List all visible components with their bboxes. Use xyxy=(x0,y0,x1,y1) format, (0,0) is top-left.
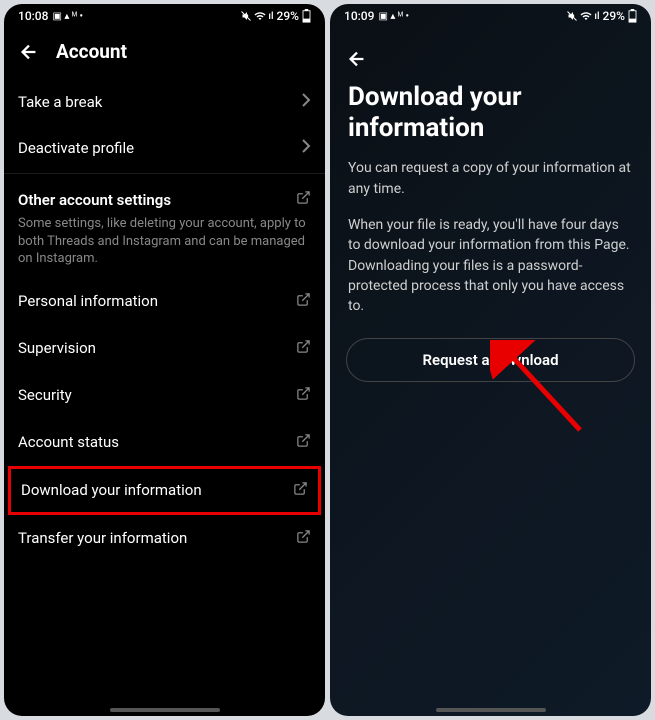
intro-text: You can request a copy of your informati… xyxy=(330,158,651,215)
page-title: Download your information xyxy=(330,82,651,158)
account-screen: 10:08 ▣ ▴ ᴹ • ıl 29% Account Take a brea… xyxy=(4,4,325,716)
button-label: Request a download xyxy=(422,351,558,369)
section-header: Other account settings xyxy=(4,176,325,215)
section-title: Other account settings xyxy=(18,191,171,209)
battery-icon xyxy=(628,9,637,23)
status-notif-icons: ▣ ▴ ᴹ • xyxy=(52,11,83,22)
divider xyxy=(4,173,325,174)
status-notif-icons: ▣ ▴ ᴹ • xyxy=(378,11,409,22)
chevron-right-icon xyxy=(301,93,311,111)
status-system-icons: ıl xyxy=(240,10,273,22)
status-battery: 29% xyxy=(603,9,625,23)
back-arrow-icon xyxy=(346,48,368,70)
chevron-right-icon xyxy=(301,139,311,157)
back-button[interactable] xyxy=(18,41,40,63)
item-label: Security xyxy=(18,386,72,404)
external-link-icon xyxy=(296,190,311,209)
external-link-icon xyxy=(296,386,311,405)
external-link-icon xyxy=(296,433,311,452)
battery-icon xyxy=(302,9,311,23)
item-take-a-break[interactable]: Take a break xyxy=(4,79,325,125)
status-system-icons: ıl xyxy=(566,10,599,22)
request-download-button[interactable]: Request a download xyxy=(346,338,635,382)
item-label: Account status xyxy=(18,433,119,451)
external-link-icon xyxy=(296,529,311,548)
page-title: Account xyxy=(56,40,127,63)
detail-text: When your file is ready, you'll have fou… xyxy=(330,215,651,332)
item-label: Supervision xyxy=(18,339,96,357)
back-button[interactable] xyxy=(346,48,368,70)
status-time: 10:08 xyxy=(18,9,48,23)
item-download-information[interactable]: Download your information xyxy=(11,469,318,512)
item-label: Download your information xyxy=(21,481,202,499)
page-header: Account xyxy=(4,28,325,79)
status-time: 10:09 xyxy=(344,9,374,23)
back-arrow-icon xyxy=(18,41,40,63)
external-link-icon xyxy=(293,481,308,500)
highlighted-item: Download your information xyxy=(8,466,321,515)
status-battery: 29% xyxy=(277,9,299,23)
page-header xyxy=(330,28,651,82)
item-account-status[interactable]: Account status xyxy=(4,419,325,466)
item-personal-information[interactable]: Personal information xyxy=(4,278,325,325)
nav-indicator xyxy=(436,708,546,712)
external-link-icon xyxy=(296,339,311,358)
item-supervision[interactable]: Supervision xyxy=(4,325,325,372)
external-link-icon xyxy=(296,292,311,311)
status-bar: 10:09 ▣ ▴ ᴹ • ıl 29% xyxy=(330,4,651,28)
item-label: Take a break xyxy=(18,93,102,111)
nav-indicator xyxy=(110,708,220,712)
item-label: Personal information xyxy=(18,292,158,310)
item-label: Transfer your information xyxy=(18,529,187,547)
item-label: Deactivate profile xyxy=(18,139,134,157)
status-bar: 10:08 ▣ ▴ ᴹ • ıl 29% xyxy=(4,4,325,28)
item-transfer-information[interactable]: Transfer your information xyxy=(4,515,325,562)
download-info-screen: 10:09 ▣ ▴ ᴹ • ıl 29% Download your infor… xyxy=(330,4,651,716)
item-deactivate-profile[interactable]: Deactivate profile xyxy=(4,125,325,171)
section-description: Some settings, like deleting your accoun… xyxy=(4,215,325,278)
item-security[interactable]: Security xyxy=(4,372,325,419)
